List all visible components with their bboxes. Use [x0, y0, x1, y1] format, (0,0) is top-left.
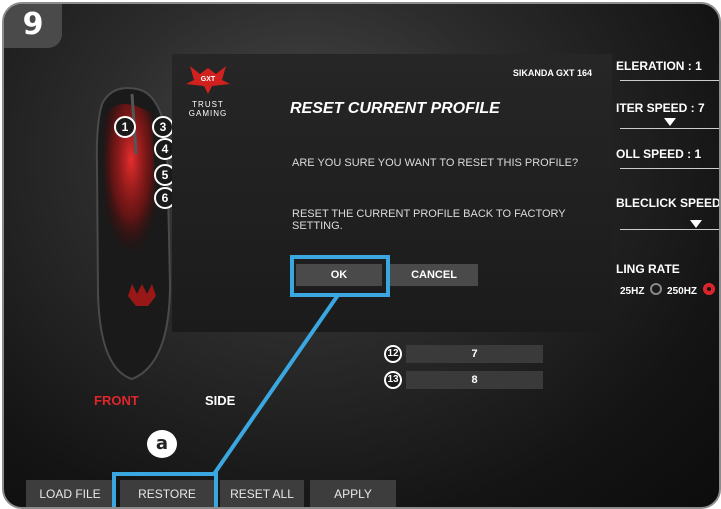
highlight-connector-line	[212, 293, 340, 476]
app-window: 9 1 3 4 5 6 FRONT SIDE a ELERATION : 1 I…	[2, 2, 721, 509]
